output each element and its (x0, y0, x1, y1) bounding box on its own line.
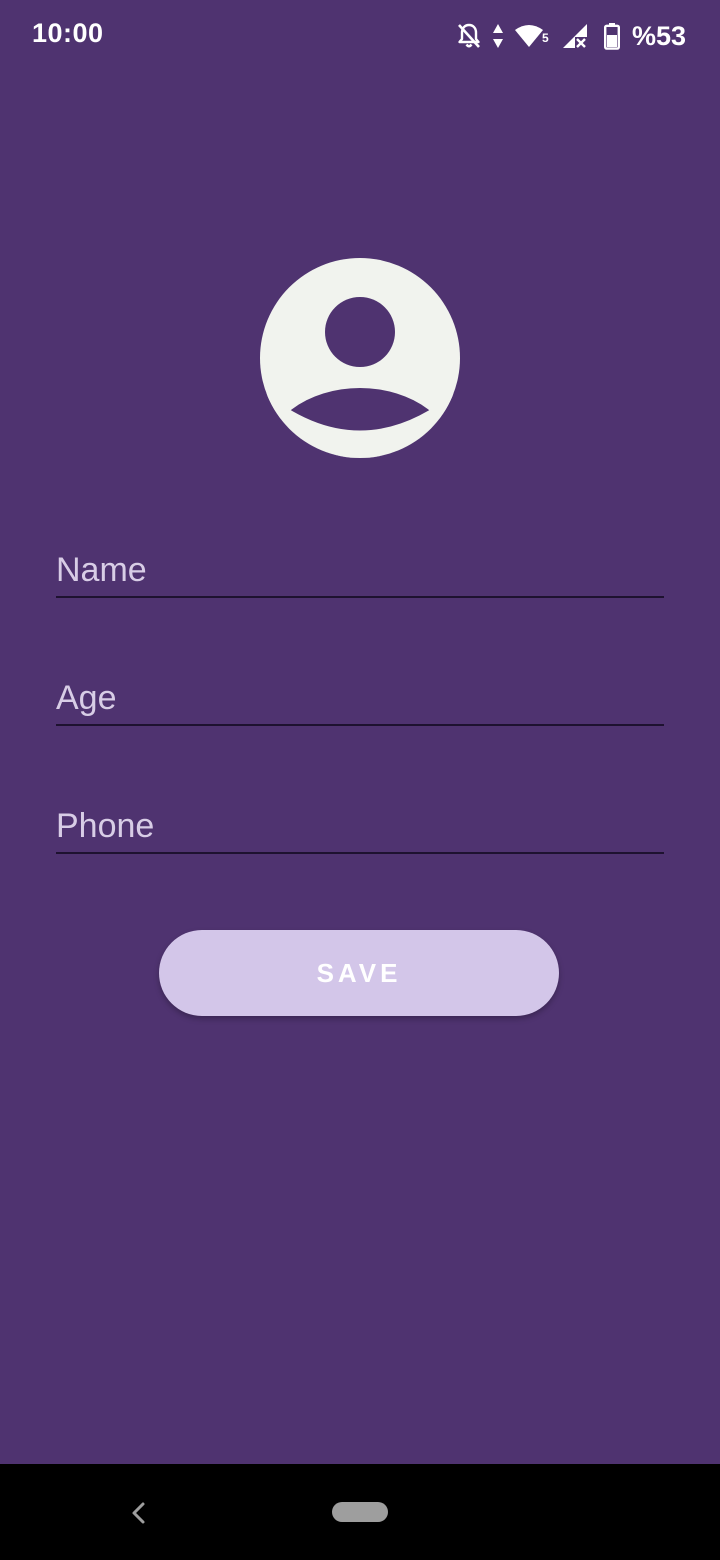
age-input[interactable] (56, 679, 664, 718)
phone-field[interactable] (56, 794, 664, 854)
name-field[interactable] (56, 538, 664, 598)
signal-icon (560, 22, 588, 50)
home-pill-icon[interactable] (332, 1502, 388, 1522)
wifi-icon: 5 (514, 23, 549, 49)
wifi-badge: 5 (541, 31, 549, 45)
status-bar: 10:00 5 %53 (0, 0, 720, 72)
navigation-bar (0, 1464, 720, 1560)
status-icons: 5 %53 (456, 18, 686, 54)
age-field[interactable] (56, 666, 664, 726)
name-input[interactable] (56, 551, 664, 590)
app-screen: 10:00 5 %53 Name Age Phone SAVE (0, 0, 720, 1464)
battery-icon (603, 22, 620, 50)
account-circle-icon[interactable] (260, 258, 460, 458)
status-time: 10:00 (32, 18, 104, 48)
bell-off-icon (456, 22, 482, 50)
battery-percent: %53 (631, 20, 686, 51)
data-arrows-icon (492, 23, 504, 49)
phone-input[interactable] (56, 807, 664, 846)
save-button[interactable]: SAVE (159, 930, 559, 1016)
back-icon[interactable] (122, 1496, 156, 1530)
